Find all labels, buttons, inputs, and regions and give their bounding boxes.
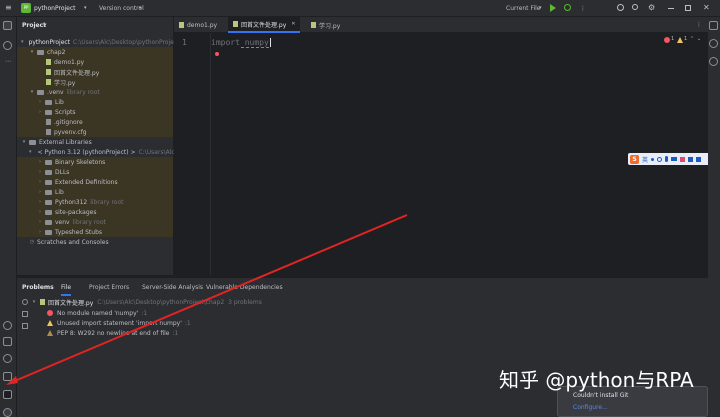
red-arrow-annotation xyxy=(6,214,408,385)
watermark: 知乎 @python与RPA xyxy=(499,368,694,392)
